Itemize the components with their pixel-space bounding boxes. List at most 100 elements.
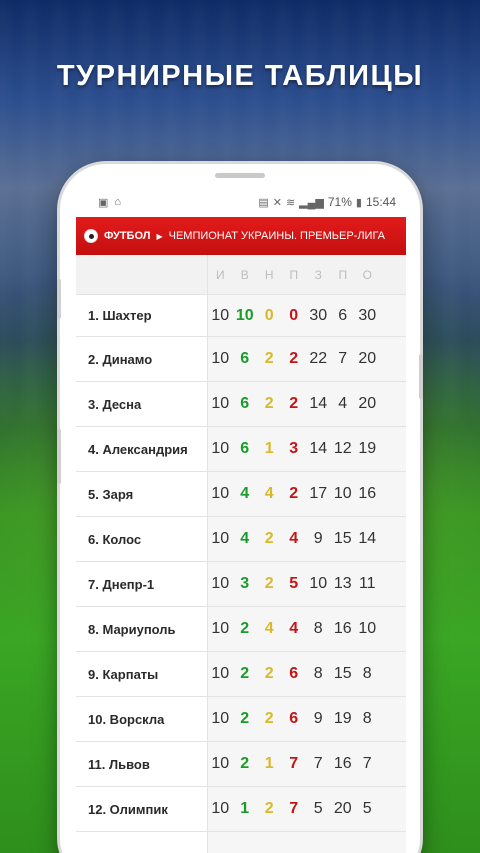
games: 10: [211, 710, 230, 727]
goals-scored: 14: [309, 440, 328, 457]
games: 10: [211, 800, 230, 817]
table-row[interactable]: 9. Карпаты 10 2 2 6 8 15 8: [76, 652, 406, 697]
table-row[interactable]: [76, 832, 406, 853]
table-row[interactable]: 1. Шахтер 10 10 0 0 30 6 30: [76, 295, 406, 337]
team-name[interactable]: [76, 832, 208, 853]
wins: 6: [240, 395, 250, 412]
team-name[interactable]: 7. Днепр-1: [76, 562, 208, 606]
goals-conceded: 4: [338, 395, 348, 412]
app-screen: ▣ ⌂ ▤ ✕ ≋ ▂▄▆ 71% ▮ 15:44 ФУТБОЛ ▶ ЧЕМПИ…: [76, 187, 406, 853]
points: 19: [358, 440, 377, 457]
team-name[interactable]: 6. Колос: [76, 517, 208, 561]
table-row[interactable]: 2. Динамо 10 6 2 2 22 7 20: [76, 337, 406, 382]
goals-conceded: 7: [338, 350, 348, 367]
table-row[interactable]: 4. Александрия 10 6 1 3 14 12 19: [76, 427, 406, 472]
goals-scored: 30: [309, 306, 328, 324]
wifi-icon: ≋: [285, 196, 296, 209]
goals-scored: 8: [313, 665, 323, 682]
draws: 0: [264, 306, 274, 324]
points: 20: [358, 350, 377, 367]
table-row[interactable]: 6. Колос 10 4 2 4 9 15 14: [76, 517, 406, 562]
goals-conceded: 6: [338, 306, 348, 324]
losses: 3: [289, 440, 299, 457]
points: 10: [358, 620, 377, 637]
battery-icon: ▮: [355, 196, 362, 209]
phone-speaker: [215, 173, 265, 178]
losses: 2: [289, 395, 299, 412]
team-name[interactable]: 3. Десна: [76, 382, 208, 426]
team-name[interactable]: 12. Олимпик: [76, 787, 208, 831]
draws: 2: [264, 530, 274, 547]
table-row[interactable]: 7. Днепр-1 10 3 2 5 10 13 11: [76, 562, 406, 607]
points: 11: [358, 575, 376, 592]
wins: 1: [240, 800, 250, 817]
col-wins: В: [240, 267, 249, 282]
draws: 1: [264, 440, 274, 457]
team-name[interactable]: 4. Александрия: [76, 427, 208, 471]
points: 20: [358, 395, 377, 412]
volume-key: [57, 279, 61, 319]
goals-scored: 7: [313, 755, 323, 772]
team-name[interactable]: 10. Ворскла: [76, 697, 208, 741]
points: 8: [362, 710, 372, 727]
team-name[interactable]: 1. Шахтер: [76, 295, 208, 336]
losses: 4: [289, 530, 299, 547]
goals-conceded: 20: [333, 800, 352, 817]
team-name[interactable]: 8. Мариуполь: [76, 607, 208, 651]
points: 8: [362, 665, 372, 682]
wins: 2: [240, 755, 250, 772]
points: 14: [358, 530, 377, 547]
wins: 6: [240, 440, 250, 457]
standings-table: И В Н П З П О 1. Шахтер 10 10 0 0 30 6 3…: [76, 255, 406, 853]
draws: 4: [264, 620, 274, 637]
battery-percent: 71%: [327, 195, 352, 209]
col-points: О: [362, 267, 372, 282]
team-header-cell: [76, 255, 208, 294]
col-games: И: [215, 267, 225, 282]
wins: 3: [240, 575, 250, 592]
bixby-key: [57, 429, 61, 484]
goals-scored: 17: [309, 485, 328, 502]
team-name[interactable]: 2. Динамо: [76, 337, 208, 381]
team-name[interactable]: 11. Львов: [76, 742, 208, 786]
table-row[interactable]: 8. Мариуполь 10 2 4 4 8 16 10: [76, 607, 406, 652]
table-row[interactable]: 5. Заря 10 4 4 2 17 10 16: [76, 472, 406, 517]
games: 10: [211, 620, 230, 637]
losses: 6: [289, 665, 299, 682]
col-conceded: П: [338, 267, 348, 282]
losses: 6: [289, 710, 299, 727]
losses: 7: [289, 800, 299, 817]
status-bar: ▣ ⌂ ▤ ✕ ≋ ▂▄▆ 71% ▮ 15:44: [76, 187, 406, 217]
team-name[interactable]: 5. Заря: [76, 472, 208, 516]
breadcrumb-sport[interactable]: ФУТБОЛ: [104, 230, 150, 242]
goals-scored: 10: [309, 575, 328, 592]
team-name[interactable]: 9. Карпаты: [76, 652, 208, 696]
goals-conceded: 10: [333, 485, 352, 502]
table-row[interactable]: 12. Олимпик 10 1 2 7 5 20 5: [76, 787, 406, 832]
points: 7: [362, 755, 372, 772]
table-row[interactable]: 10. Ворскла 10 2 2 6 9 19 8: [76, 697, 406, 742]
breadcrumb-league[interactable]: ЧЕМПИОНАТ УКРАИНЫ. ПРЕМЬЕР-ЛИГА: [169, 230, 385, 242]
wins: 4: [240, 530, 250, 547]
draws: 2: [264, 665, 274, 682]
wins: 2: [240, 665, 250, 682]
games: 10: [211, 485, 230, 502]
table-header: И В Н П З П О: [76, 255, 406, 295]
col-draws: Н: [264, 267, 274, 282]
bag-icon: ⌂: [114, 196, 122, 208]
points: 30: [358, 306, 377, 324]
table-row[interactable]: 11. Львов 10 2 1 7 7 16 7: [76, 742, 406, 787]
gallery-icon: ▣: [98, 196, 109, 209]
wins: 2: [240, 620, 250, 637]
football-icon: [84, 229, 98, 243]
goals-conceded: 16: [333, 755, 352, 772]
signal-icon: ▂▄▆: [299, 196, 324, 209]
phone-frame: ▣ ⌂ ▤ ✕ ≋ ▂▄▆ 71% ▮ 15:44 ФУТБОЛ ▶ ЧЕМПИ…: [57, 164, 423, 853]
goals-scored: 22: [309, 350, 328, 367]
games: 10: [211, 350, 230, 367]
table-row[interactable]: 3. Десна 10 6 2 2 14 4 20: [76, 382, 406, 427]
goals-conceded: 16: [333, 620, 352, 637]
goals-conceded: 15: [333, 530, 352, 547]
games: 10: [211, 395, 230, 412]
goals-conceded: 15: [333, 665, 352, 682]
